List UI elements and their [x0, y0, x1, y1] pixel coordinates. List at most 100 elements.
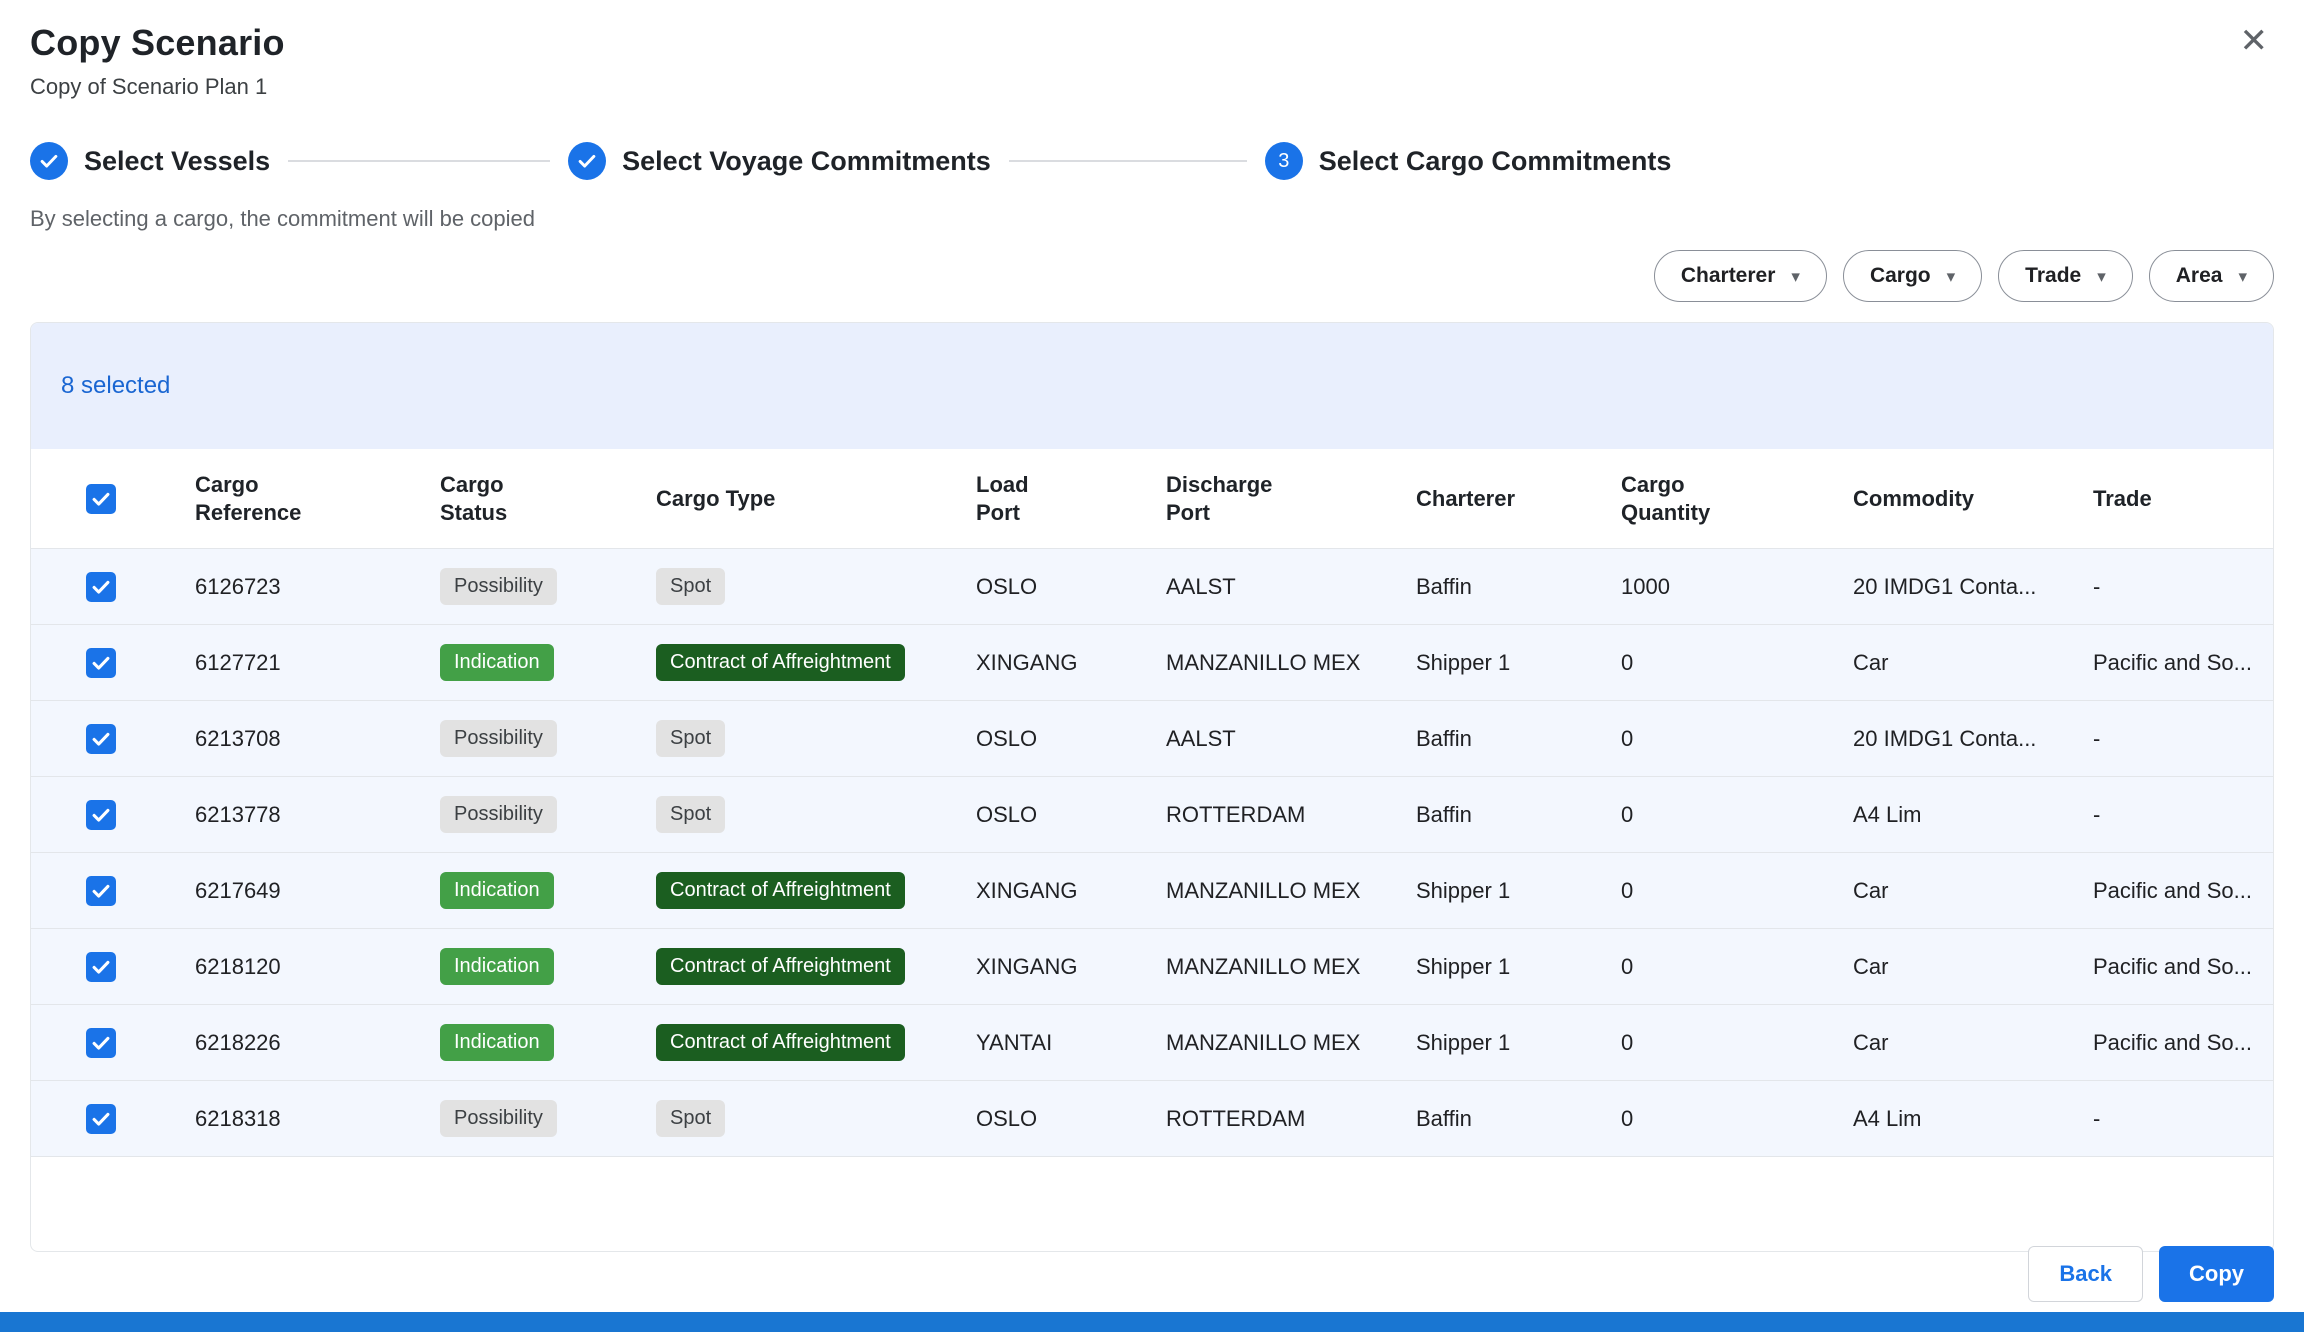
discharge-port: AALST: [1142, 574, 1392, 600]
trade: Pacific and So...: [2069, 878, 2273, 904]
table-row[interactable]: 6213708 Possibility Spot OSLO AALST Baff…: [31, 701, 2273, 777]
row-checkbox[interactable]: [86, 648, 116, 678]
check-icon: [568, 142, 606, 180]
load-port: YANTAI: [952, 1030, 1142, 1056]
cargo-type-badge: Spot: [656, 1100, 725, 1137]
cargo-quantity: 0: [1597, 650, 1829, 676]
table-row[interactable]: 6213778 Possibility Spot OSLO ROTTERDAM …: [31, 777, 2273, 853]
filter-cargo[interactable]: Cargo ▾: [1843, 250, 1982, 302]
row-checkbox[interactable]: [86, 724, 116, 754]
cargo-reference: 6218318: [171, 1106, 416, 1132]
column-header-load-port: Load Port: [952, 471, 1142, 526]
cargo-status-badge: Indication: [440, 948, 554, 985]
step-number-badge: 3: [1265, 142, 1303, 180]
check-icon: [30, 142, 68, 180]
select-all-checkbox[interactable]: [86, 484, 116, 514]
cargo-type-badge: Spot: [656, 568, 725, 605]
copy-scenario-dialog: Copy Scenario Copy of Scenario Plan 1 ✕ …: [0, 0, 2304, 1332]
column-header-cargo-status: Cargo Status: [416, 471, 632, 526]
commodity: Car: [1829, 954, 2069, 980]
commodity: Car: [1829, 878, 2069, 904]
filter-label: Area: [2176, 264, 2223, 288]
table-row[interactable]: 6218318 Possibility Spot OSLO ROTTERDAM …: [31, 1081, 2273, 1157]
step-label: Select Vessels: [84, 146, 270, 177]
cargo-status-badge: Indication: [440, 1024, 554, 1061]
filter-bar: Charterer ▾ Cargo ▾ Trade ▾ Area ▾: [30, 250, 2274, 302]
cargo-quantity: 0: [1597, 878, 1829, 904]
close-icon[interactable]: ✕: [2234, 18, 2275, 64]
charterer: Baffin: [1392, 1106, 1597, 1132]
table-row[interactable]: 6218120 Indication Contract of Affreight…: [31, 929, 2273, 1005]
row-checkbox[interactable]: [86, 952, 116, 982]
cargo-type-badge: Spot: [656, 720, 725, 757]
commodity: 20 IMDG1 Conta...: [1829, 726, 2069, 752]
column-header-discharge-port: Discharge Port: [1142, 471, 1392, 526]
chevron-down-icon: ▾: [1947, 268, 1956, 285]
cargo-reference: 6213708: [171, 726, 416, 752]
chevron-down-icon: ▾: [2238, 268, 2247, 285]
column-header-cargo-type: Cargo Type: [632, 485, 952, 513]
commodity: Car: [1829, 1030, 2069, 1056]
cargo-type-badge: Contract of Affreightment: [656, 644, 905, 681]
row-checkbox[interactable]: [86, 1104, 116, 1134]
cargo-selection-note: By selecting a cargo, the commitment wil…: [30, 206, 2274, 232]
trade: Pacific and So...: [2069, 954, 2273, 980]
step-select-voyage-commitments[interactable]: Select Voyage Commitments: [568, 142, 991, 180]
step-select-vessels[interactable]: Select Vessels: [30, 142, 270, 180]
cargo-quantity: 0: [1597, 1030, 1829, 1056]
row-checkbox[interactable]: [86, 876, 116, 906]
column-header-charterer: Charterer: [1392, 485, 1597, 513]
cargo-status-badge: Possibility: [440, 720, 557, 757]
dialog-header: Copy Scenario Copy of Scenario Plan 1 ✕: [0, 0, 2304, 100]
cargo-type-badge: Contract of Affreightment: [656, 948, 905, 985]
cargo-quantity: 0: [1597, 726, 1829, 752]
filter-trade[interactable]: Trade ▾: [1998, 250, 2133, 302]
cargo-status-badge: Indication: [440, 644, 554, 681]
filter-label: Charterer: [1681, 264, 1776, 288]
filter-label: Trade: [2025, 264, 2081, 288]
cargo-reference: 6218226: [171, 1030, 416, 1056]
commodity: A4 Lim: [1829, 802, 2069, 828]
trade: -: [2069, 574, 2273, 600]
trade: Pacific and So...: [2069, 650, 2273, 676]
row-checkbox[interactable]: [86, 1028, 116, 1058]
cargo-reference: 6218120: [171, 954, 416, 980]
commodity: A4 Lim: [1829, 1106, 2069, 1132]
table-row[interactable]: 6218226 Indication Contract of Affreight…: [31, 1005, 2273, 1081]
selection-banner: 8 selected: [31, 323, 2273, 449]
chevron-down-icon: ▾: [2097, 268, 2106, 285]
step-label: Select Cargo Commitments: [1319, 146, 1672, 177]
column-header-cargo-quantity: Cargo Quantity: [1597, 471, 1829, 526]
stepper: Select Vessels Select Voyage Commitments…: [30, 142, 2274, 180]
filter-area[interactable]: Area ▾: [2149, 250, 2274, 302]
discharge-port: ROTTERDAM: [1142, 802, 1392, 828]
back-button[interactable]: Back: [2028, 1246, 2143, 1302]
step-connector: [1009, 160, 1247, 162]
table-row[interactable]: 6217649 Indication Contract of Affreight…: [31, 853, 2273, 929]
charterer: Baffin: [1392, 574, 1597, 600]
step-select-cargo-commitments[interactable]: 3 Select Cargo Commitments: [1265, 142, 1672, 180]
cargo-status-badge: Indication: [440, 872, 554, 909]
filter-charterer[interactable]: Charterer ▾: [1654, 250, 1827, 302]
cargo-reference: 6213778: [171, 802, 416, 828]
cargo-status-badge: Possibility: [440, 1100, 557, 1137]
filter-label: Cargo: [1870, 264, 1931, 288]
load-port: OSLO: [952, 1106, 1142, 1132]
trade: -: [2069, 802, 2273, 828]
discharge-port: MANZANILLO MEX: [1142, 650, 1392, 676]
load-port: OSLO: [952, 574, 1142, 600]
table-header-row: Cargo Reference Cargo Status Cargo Type …: [31, 449, 2273, 549]
cargo-reference: 6126723: [171, 574, 416, 600]
table-row[interactable]: 6127721 Indication Contract of Affreight…: [31, 625, 2273, 701]
row-checkbox[interactable]: [86, 800, 116, 830]
charterer: Shipper 1: [1392, 954, 1597, 980]
table-row[interactable]: 6126723 Possibility Spot OSLO AALST Baff…: [31, 549, 2273, 625]
copy-button[interactable]: Copy: [2159, 1246, 2274, 1302]
selection-count: 8 selected: [61, 372, 170, 400]
load-port: XINGANG: [952, 954, 1142, 980]
row-checkbox[interactable]: [86, 572, 116, 602]
dialog-subtitle: Copy of Scenario Plan 1: [30, 74, 2274, 100]
app-bottom-bar: [0, 1312, 2304, 1332]
cargo-quantity: 0: [1597, 954, 1829, 980]
discharge-port: MANZANILLO MEX: [1142, 878, 1392, 904]
